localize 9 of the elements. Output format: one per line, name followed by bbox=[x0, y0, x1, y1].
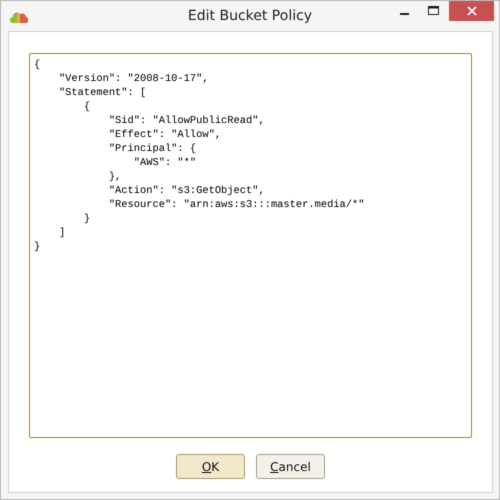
cloud-icon bbox=[10, 11, 28, 23]
dialog-button[interactable]: Cancel bbox=[256, 454, 325, 479]
dialog-button[interactable]: OK bbox=[176, 454, 245, 479]
close-button[interactable] bbox=[449, 1, 494, 21]
policy-editor[interactable]: { "Version": "2008-10-17", "Statement": [ { "Sid": "AllowPublicRead", "Effect": "Allow", "Principal": { "AWS": "*" }, "Action": "s3:GetObject", "Resource": "arn:aws:s3:::master.media/*" } ] } bbox=[29, 53, 472, 438]
window-title: Edit Bucket Policy bbox=[188, 8, 312, 24]
minimize-icon bbox=[400, 13, 408, 15]
close-icon bbox=[466, 6, 476, 16]
maximize-icon bbox=[428, 6, 440, 16]
